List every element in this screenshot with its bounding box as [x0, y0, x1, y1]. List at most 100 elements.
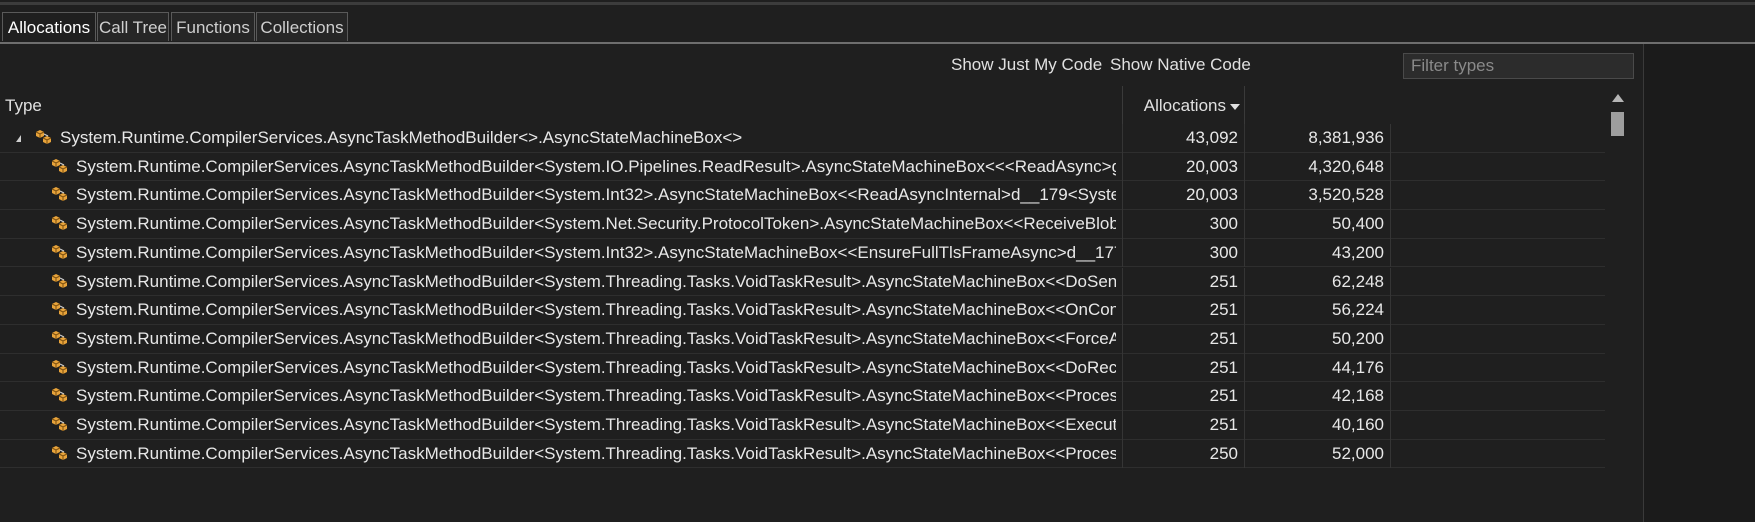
column-header-type[interactable]: Type: [5, 96, 42, 116]
cell-separator: [1390, 439, 1391, 469]
type-name: System.Runtime.CompilerServices.AsyncTas…: [76, 357, 1116, 377]
cell-separator: [1390, 324, 1391, 354]
cell-separator: [1122, 152, 1123, 182]
column-header-allocations-label: Allocations: [1143, 96, 1226, 115]
cell-separator: [1244, 382, 1245, 411]
column-separator[interactable]: [1244, 86, 1245, 124]
cell-separator: [1244, 353, 1245, 383]
allocations-count: 20,003: [1186, 185, 1238, 205]
cell-separator: [1390, 382, 1391, 411]
cell-separator: [1122, 411, 1123, 440]
bytes-size: 40,160: [1332, 415, 1384, 434]
type-class-icon: [49, 386, 71, 406]
tree-row[interactable]: System.Runtime.CompilerServices.AsyncTas…: [0, 267, 1605, 297]
cell-separator: [1244, 124, 1245, 153]
allocations-count: 251: [1209, 357, 1238, 377]
filter-types-input[interactable]: Filter types: [1403, 53, 1634, 79]
table-header: Type Allocations: [0, 86, 1605, 124]
allocations-count: 20,003: [1186, 156, 1238, 176]
cell-separator: [1244, 296, 1245, 325]
type-class-icon: [49, 272, 71, 292]
column-header-allocations[interactable]: Allocations: [1110, 96, 1240, 116]
allocations-count: 43,092: [1186, 128, 1238, 147]
type-name: System.Runtime.CompilerServices.AsyncTas…: [76, 242, 1116, 262]
cell-separator: [1244, 238, 1245, 268]
type-class-icon: [49, 415, 71, 435]
type-class-icon: [49, 300, 71, 320]
type-class-icon: [49, 185, 71, 205]
tab-collections[interactable]: Collections: [256, 12, 348, 41]
type-name: System.Runtime.CompilerServices.AsyncTas…: [76, 156, 1116, 176]
scroll-thumb[interactable]: [1611, 112, 1624, 136]
cell-separator: [1122, 324, 1123, 354]
type-class-icon: [49, 329, 71, 349]
type-name: System.Runtime.CompilerServices.AsyncTas…: [76, 386, 1116, 406]
tree-row[interactable]: System.Runtime.CompilerServices.AsyncTas…: [0, 181, 1605, 211]
cell-separator: [1390, 411, 1391, 440]
top-border: [0, 2, 1755, 5]
type-class-icon: [49, 214, 71, 234]
cell-separator: [1244, 210, 1245, 239]
type-name: System.Runtime.CompilerServices.AsyncTas…: [76, 214, 1116, 234]
tree-row[interactable]: System.Runtime.CompilerServices.AsyncTas…: [0, 238, 1605, 268]
tree-row[interactable]: System.Runtime.CompilerServices.AsyncTas…: [0, 296, 1605, 325]
allocations-count: 300: [1209, 214, 1238, 234]
cell-separator: [1122, 267, 1123, 297]
type-name: System.Runtime.CompilerServices.AsyncTas…: [60, 128, 743, 147]
vertical-scrollbar[interactable]: [1605, 86, 1629, 522]
type-name: System.Runtime.CompilerServices.AsyncTas…: [76, 415, 1116, 434]
tab-divider: [0, 42, 1755, 44]
cell-separator: [1390, 238, 1391, 268]
tree-row[interactable]: System.Runtime.CompilerServices.AsyncTas…: [0, 439, 1605, 469]
show-just-my-code-toggle[interactable]: Show Just My Code: [951, 55, 1102, 75]
cell-separator: [1122, 382, 1123, 411]
bytes-size: 42,168: [1332, 386, 1384, 406]
type-name: System.Runtime.CompilerServices.AsyncTas…: [76, 300, 1116, 320]
tree-row[interactable]: System.Runtime.CompilerServices.AsyncTas…: [0, 353, 1605, 383]
tree-row[interactable]: System.Runtime.CompilerServices.AsyncTas…: [0, 152, 1605, 182]
type-class-icon: [49, 358, 71, 378]
tree-row[interactable]: System.Runtime.CompilerServices.AsyncTas…: [0, 382, 1605, 411]
bytes-size: 44,176: [1332, 357, 1384, 377]
scroll-up-arrow-icon[interactable]: [1612, 94, 1624, 102]
cell-separator: [1390, 210, 1391, 239]
sort-down-icon: [1230, 103, 1240, 110]
allocations-count: 250: [1209, 443, 1238, 463]
tree-row-parent[interactable]: System.Runtime.CompilerServices.AsyncTas…: [0, 124, 1605, 153]
cell-separator: [1390, 124, 1391, 153]
bytes-size: 62,248: [1332, 271, 1384, 291]
tab-bar: Allocations Call Tree Functions Collecti…: [0, 12, 1755, 42]
tab-allocations[interactable]: Allocations: [2, 12, 96, 41]
tree-row[interactable]: System.Runtime.CompilerServices.AsyncTas…: [0, 324, 1605, 354]
cell-separator: [1390, 296, 1391, 325]
cell-separator: [1244, 324, 1245, 354]
cell-separator: [1122, 181, 1123, 211]
cell-separator: [1244, 152, 1245, 182]
cell-separator: [1122, 238, 1123, 268]
bytes-size: 4,320,648: [1308, 156, 1384, 176]
bytes-size: 3,520,528: [1308, 185, 1384, 205]
type-class-icon: [49, 444, 71, 464]
bytes-size: 50,400: [1332, 214, 1384, 234]
bytes-size: 8,381,936: [1308, 128, 1384, 147]
tree-row[interactable]: System.Runtime.CompilerServices.AsyncTas…: [0, 411, 1605, 440]
tree-row[interactable]: System.Runtime.CompilerServices.AsyncTas…: [0, 210, 1605, 239]
cell-separator: [1122, 124, 1123, 153]
right-side-panel: [1643, 44, 1755, 522]
bytes-size: 56,224: [1332, 300, 1384, 320]
type-name: System.Runtime.CompilerServices.AsyncTas…: [76, 271, 1116, 291]
bytes-size: 43,200: [1332, 242, 1384, 262]
cell-separator: [1122, 210, 1123, 239]
cell-separator: [1122, 353, 1123, 383]
cell-separator: [1244, 181, 1245, 211]
allocations-count: 300: [1209, 242, 1238, 262]
type-name: System.Runtime.CompilerServices.AsyncTas…: [76, 185, 1116, 205]
tab-call-tree[interactable]: Call Tree: [97, 12, 169, 41]
show-native-code-toggle[interactable]: Show Native Code: [1110, 55, 1251, 75]
tab-functions[interactable]: Functions: [171, 12, 255, 41]
expand-triangle-icon[interactable]: [16, 135, 21, 142]
cell-separator: [1244, 267, 1245, 297]
type-class-icon: [49, 157, 71, 177]
allocations-view: Allocations Call Tree Functions Collecti…: [0, 0, 1755, 522]
cell-separator: [1122, 296, 1123, 325]
